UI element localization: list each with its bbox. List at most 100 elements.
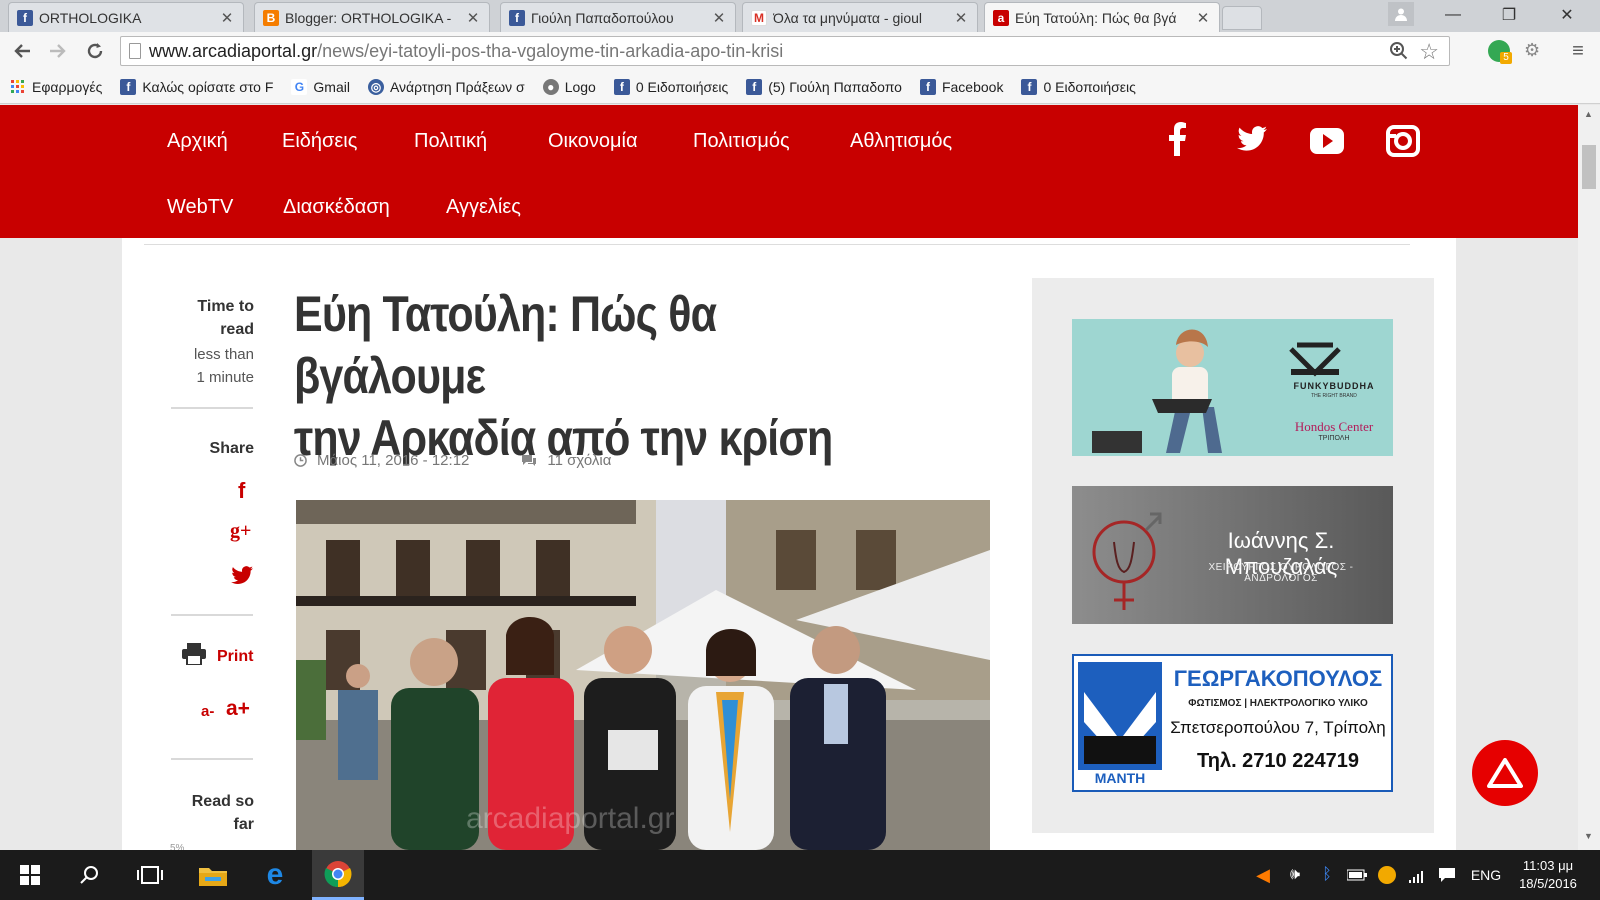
nav-classifieds[interactable]: Αγγελίες: [446, 196, 521, 219]
star-icon[interactable]: ☆: [1419, 39, 1439, 65]
notification-flag-icon[interactable]: ◀: [1252, 850, 1274, 900]
wifi-icon[interactable]: [1406, 850, 1428, 900]
nav-culture[interactable]: Πολιτισμός: [693, 130, 790, 153]
article-photo: arcadiaportal.gr: [296, 500, 990, 850]
share-googleplus-icon[interactable]: g+: [230, 520, 251, 543]
share-facebook-icon[interactable]: f: [238, 478, 245, 504]
tab-strip: f ORTHOLOGIKA ✕ B Blogger: ORTHOLOGIKA -…: [0, 0, 1600, 33]
close-icon[interactable]: ✕: [953, 9, 969, 27]
read-label-line: Read so: [191, 793, 254, 810]
scrollbar-thumb[interactable]: [1582, 145, 1596, 189]
chrome-taskbar-icon[interactable]: [312, 850, 364, 900]
ad-banner-bouzalas[interactable]: Ιωάννης Σ. Μπουζαλάς ΧΕΙΡΟΥΡΓΟΣ ΟΥΡΟΛΟΓΟ…: [1072, 486, 1393, 624]
battery-icon[interactable]: [1346, 850, 1368, 900]
gmail-icon: M: [751, 9, 767, 26]
facebook-icon: f: [919, 78, 936, 95]
print-button[interactable]: Print: [217, 648, 253, 666]
close-window-button[interactable]: ✕: [1544, 0, 1590, 30]
search-icon[interactable]: [70, 850, 110, 900]
close-icon[interactable]: ✕: [219, 9, 235, 27]
volume-icon[interactable]: 🕪: [1284, 850, 1306, 900]
back-button[interactable]: [10, 38, 36, 64]
twitter-icon[interactable]: [1237, 126, 1267, 160]
back-to-top-button[interactable]: [1472, 740, 1538, 806]
facebook-icon[interactable]: [1168, 122, 1186, 164]
scroll-up-arrow[interactable]: ▲: [1584, 109, 1593, 119]
ad-logo-icon: [1078, 662, 1162, 770]
close-icon[interactable]: ✕: [1195, 9, 1211, 27]
nav-webtv[interactable]: WebTV: [167, 196, 233, 219]
bookmark-label: Ανάρτηση Πράξεων σ: [389, 78, 525, 95]
bookmark-item[interactable]: f Καλώς ορίσατε στο F: [120, 78, 273, 95]
bookmark-apps[interactable]: Εφαρμογές: [10, 79, 102, 95]
extension-icon[interactable]: 5: [1488, 40, 1512, 64]
comments-link[interactable]: 11 σχόλια: [547, 452, 611, 469]
address-bar[interactable]: www.arcadiaportal.gr/news/eyi-tatoyli-po…: [120, 36, 1450, 66]
restore-button[interactable]: ❐: [1486, 0, 1532, 30]
browser-toolbar: www.arcadiaportal.gr/news/eyi-tatoyli-po…: [0, 32, 1600, 70]
bookmark-item[interactable]: ◎ Ανάρτηση Πράξεων σ: [367, 78, 525, 95]
youtube-icon[interactable]: [1310, 128, 1344, 162]
browser-tab-active[interactable]: a Εύη Τατούλη: Πώς θα βγά ✕: [984, 2, 1220, 33]
font-decrease-button[interactable]: a-: [201, 703, 214, 720]
language-indicator[interactable]: ENG: [1466, 850, 1506, 900]
browser-tab[interactable]: B Blogger: ORTHOLOGIKA - ✕: [254, 2, 490, 32]
browser-tab[interactable]: M Όλα τα μηνύματα - gioul ✕: [742, 2, 978, 32]
apps-icon: [10, 79, 26, 95]
close-icon[interactable]: ✕: [711, 9, 727, 27]
facebook-icon: f: [17, 9, 33, 26]
divider: [144, 244, 1410, 245]
nav-sports[interactable]: Αθλητισμός: [850, 130, 952, 153]
print-icon[interactable]: [182, 643, 206, 670]
nav-politics[interactable]: Πολιτική: [414, 130, 487, 153]
bookmark-item[interactable]: ● Logo: [542, 78, 596, 95]
bookmark-item[interactable]: G Gmail: [291, 78, 350, 95]
nav-entertainment[interactable]: Διασκέδαση: [283, 196, 390, 219]
start-button[interactable]: [10, 850, 50, 900]
edge-icon[interactable]: e: [254, 850, 296, 900]
forward-button[interactable]: [44, 38, 70, 64]
time-label-line: read: [220, 321, 254, 338]
reload-button[interactable]: [82, 38, 108, 64]
browser-tab[interactable]: f Γιούλη Παπαδοπούλου ✕: [500, 2, 736, 32]
action-center-icon[interactable]: [1436, 850, 1458, 900]
bookmark-label: Logo: [564, 78, 596, 95]
close-icon[interactable]: ✕: [465, 9, 481, 27]
zoom-icon[interactable]: [1389, 41, 1409, 66]
page-scrollbar[interactable]: ▲ ▼: [1578, 105, 1600, 850]
minimize-button[interactable]: —: [1430, 0, 1476, 30]
nav-home[interactable]: Αρχική: [167, 130, 228, 153]
font-increase-button[interactable]: a+: [226, 697, 250, 721]
file-explorer-icon[interactable]: [192, 850, 234, 900]
bluetooth-icon[interactable]: ᛒ: [1316, 850, 1338, 900]
browser-tab[interactable]: f ORTHOLOGIKA ✕: [8, 2, 244, 32]
taskbar: e ◀ 🕪 ᛒ ENG 11:03 μμ 18/5/2016: [0, 850, 1600, 900]
ad-place: Hondos Center: [1294, 419, 1374, 434]
photo-watermark: arcadiaportal.gr: [466, 802, 674, 835]
clock[interactable]: 11:03 μμ 18/5/2016: [1506, 850, 1590, 900]
article-meta: Μάιος 11, 2016 - 12:12 11 σχόλια: [294, 452, 611, 469]
bookmark-item[interactable]: f 0 Ειδοποιήσεις: [613, 78, 728, 95]
bookmark-item[interactable]: f (5) Γιούλη Παπαδοπο: [746, 78, 902, 95]
ad-store-phone: Τηλ. 2710 224719: [1197, 750, 1359, 772]
task-view-icon[interactable]: [130, 850, 170, 900]
url-path: /news/eyi-tatoyli-pos-tha-vgaloyme-tin-a…: [317, 40, 784, 61]
extension-gear-icon[interactable]: ⚙: [1524, 40, 1548, 64]
nav-economy[interactable]: Οικονομία: [548, 130, 638, 153]
tab-title: Blogger: ORTHOLOGIKA -: [285, 9, 452, 26]
new-tab-button[interactable]: [1222, 6, 1262, 30]
menu-icon[interactable]: ≡: [1568, 38, 1588, 64]
app-tray-icon[interactable]: [1376, 850, 1398, 900]
ad-brand: FUNKYBUDDHA: [1293, 381, 1375, 391]
scroll-down-arrow[interactable]: ▼: [1584, 831, 1593, 841]
bookmark-item[interactable]: f 0 Ειδοποιήσεις: [1021, 78, 1136, 95]
ad-banner-funkybuddha[interactable]: FUNKYBUDDHA THE RIGHT BRAND Hondos Cente…: [1072, 319, 1393, 456]
instagram-icon[interactable]: [1386, 125, 1420, 165]
ad-city: ΤΡΙΠΟΛΗ: [1318, 435, 1350, 442]
share-twitter-icon[interactable]: [231, 566, 253, 590]
ad-store-role: ΦΩΤΙΣΜΟΣ | ΗΛΕΚΤΡΟΛΟΓΙΚΟ ΥΛΙΚΟ: [1188, 698, 1368, 709]
profile-icon[interactable]: [1388, 2, 1414, 26]
nav-news[interactable]: Ειδήσεις: [282, 130, 357, 153]
ad-banner-georgakopoulos[interactable]: MANTH ΓΕΩΡΓΑΚΟΠΟΥΛΟΣ ΦΩΤΙΣΜΟΣ | ΗΛΕΚΤΡΟΛ…: [1072, 654, 1393, 792]
bookmark-item[interactable]: f Facebook: [919, 78, 1003, 95]
